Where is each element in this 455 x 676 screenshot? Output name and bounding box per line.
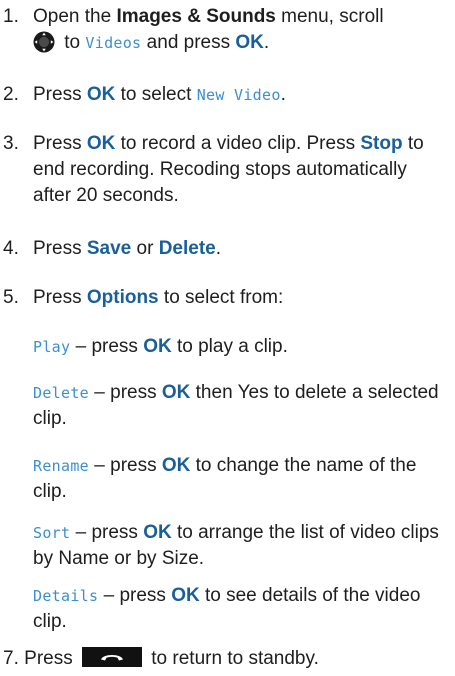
save-key-label: Save xyxy=(86,238,132,259)
text: – press xyxy=(89,382,162,403)
text: to select from: xyxy=(158,287,284,308)
text: menu, scroll xyxy=(275,6,384,27)
text: . xyxy=(215,238,221,259)
option-text: Sort – press OK to arrange the list of v… xyxy=(0,520,455,572)
text: to select xyxy=(115,84,197,105)
option-play: Play – press OK to play a clip. xyxy=(0,334,455,360)
step-number: 2. xyxy=(3,84,19,105)
ok-key-label: OK xyxy=(161,455,191,476)
text: to return to standby. xyxy=(146,648,319,669)
step-number: 3. xyxy=(3,133,19,154)
ok-key-label: OK xyxy=(171,585,200,606)
option-text: Details – press OK to see details of the… xyxy=(0,583,455,635)
option-text: Rename – press OK to change the name of … xyxy=(0,453,455,505)
delete-key-label: Delete xyxy=(158,238,216,259)
end-call-key-icon xyxy=(82,647,142,667)
text: and press xyxy=(141,32,236,53)
step-1: 1. Open the Images & Sounds menu, scroll… xyxy=(0,4,455,56)
ok-key-label: OK xyxy=(143,522,172,543)
navigation-key-icon xyxy=(33,31,55,53)
step-5: 5. Press Options to select from: xyxy=(0,285,455,311)
text: Press xyxy=(33,238,87,259)
text: . xyxy=(263,32,270,53)
stop-key-label: Stop xyxy=(360,133,403,154)
text: to record a video clip. Press xyxy=(115,133,361,154)
option-sort: Sort – press OK to arrange the list of v… xyxy=(0,520,455,572)
options-key-label: Options xyxy=(86,287,159,308)
screen-text-rename: Rename xyxy=(33,457,89,475)
screen-text-play: Play xyxy=(33,338,71,356)
screen-text-sort: Sort xyxy=(33,524,71,542)
screen-text-new-video: New Video xyxy=(196,86,281,104)
ok-key-label: OK xyxy=(86,133,116,154)
option-delete: Delete – press OK then Yes to delete a s… xyxy=(0,380,455,432)
instructions-page: 1. Open the Images & Sounds menu, scroll… xyxy=(0,0,455,676)
text: to play a clip. xyxy=(171,336,288,357)
step-text: Press Options to select from: xyxy=(0,285,455,311)
text: Press xyxy=(33,133,87,154)
ok-key-label: OK xyxy=(143,336,172,357)
option-rename: Rename – press OK to change the name of … xyxy=(0,453,455,505)
option-details: Details – press OK to see details of the… xyxy=(0,583,455,635)
step-text: Press Save or Delete. xyxy=(0,236,455,262)
text: to xyxy=(59,32,86,53)
screen-text-delete: Delete xyxy=(33,384,89,402)
text: – press xyxy=(89,455,162,476)
step-4: 4. Press Save or Delete. xyxy=(0,236,455,262)
menu-name: Images & Sounds xyxy=(116,6,276,27)
step-text: Press OK to record a video clip. Press S… xyxy=(0,131,455,209)
option-text: Delete – press OK then Yes to delete a s… xyxy=(0,380,455,432)
text: – press xyxy=(70,336,144,357)
ok-key-label: OK xyxy=(86,84,116,105)
step-number: 7. xyxy=(3,648,19,669)
step-number: 1. xyxy=(3,6,19,27)
text: Press xyxy=(33,84,87,105)
step-3: 3. Press OK to record a video clip. Pres… xyxy=(0,131,455,209)
text: Open the xyxy=(33,6,117,27)
step-7: 7. Press to return to standby. xyxy=(0,646,455,672)
text: – press xyxy=(70,522,144,543)
step-text: Open the Images & Sounds menu, scroll to… xyxy=(0,4,455,56)
text: . xyxy=(280,84,286,105)
step-2: 2. Press OK to select New Video. xyxy=(0,82,455,108)
ok-key-label: OK xyxy=(161,382,191,403)
text: – press xyxy=(98,585,172,606)
step-number: 5. xyxy=(3,287,19,308)
text: Press xyxy=(24,648,78,669)
text: or xyxy=(131,238,159,259)
ok-key-label: OK xyxy=(235,32,264,53)
text: Press xyxy=(33,287,87,308)
screen-text-details: Details xyxy=(33,587,99,605)
option-text: Play – press OK to play a clip. xyxy=(0,334,455,360)
step-text: Press OK to select New Video. xyxy=(0,82,455,108)
step-number: 4. xyxy=(3,238,19,259)
screen-text-videos: Videos xyxy=(85,34,142,52)
step-text: 7. Press to return to standby. xyxy=(0,646,455,672)
